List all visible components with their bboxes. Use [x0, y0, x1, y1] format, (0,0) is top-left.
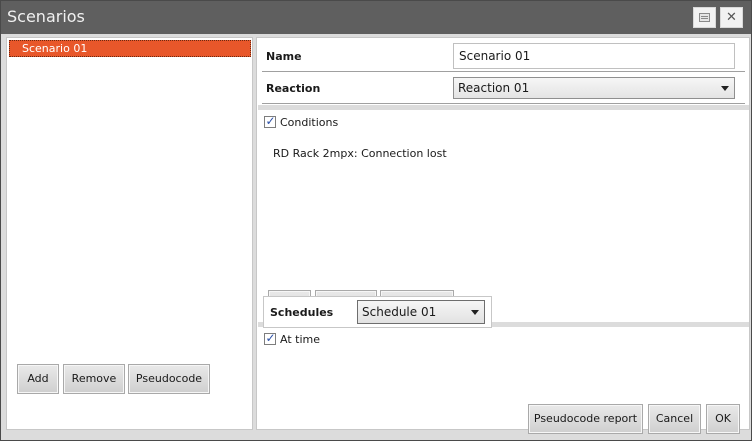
- schedule-select[interactable]: Schedule 01: [357, 300, 485, 324]
- chevron-down-icon: [721, 86, 729, 91]
- add-scenario-button[interactable]: Add: [17, 364, 59, 394]
- conditions-section: ✓ Conditions RD Rack 2mpx: Connection lo…: [258, 110, 748, 322]
- conditions-label: Conditions: [280, 116, 339, 129]
- reaction-select-value: Reaction 01: [458, 81, 530, 95]
- chevron-down-icon: [471, 310, 479, 315]
- at-time-checkbox[interactable]: ✓: [264, 331, 276, 345]
- schedules-row: Schedules Schedule 01: [263, 296, 492, 328]
- schedule-select-value: Schedule 01: [362, 305, 437, 319]
- window-restore-button[interactable]: [693, 7, 716, 28]
- window-restore-icon: [699, 13, 710, 22]
- scenario-list-item[interactable]: Scenario 01: [9, 40, 251, 57]
- check-icon: ✓: [265, 331, 276, 345]
- schedules-label: Schedules: [270, 306, 334, 319]
- close-button[interactable]: ✕: [720, 7, 743, 28]
- at-time-label: At time: [280, 333, 320, 346]
- check-icon: ✓: [265, 114, 276, 128]
- remove-scenario-button[interactable]: Remove: [63, 364, 125, 394]
- condition-item[interactable]: RD Rack 2mpx: Connection lost: [273, 147, 447, 160]
- pseudocode-button[interactable]: Pseudocode: [128, 364, 210, 394]
- title-bar[interactable]: Scenarios ✕: [1, 1, 751, 34]
- cancel-button[interactable]: Cancel: [648, 404, 701, 434]
- dialog-content: Scenario 01 Add Remove Pseudocode Name S…: [2, 34, 751, 439]
- pseudocode-report-button[interactable]: Pseudocode report: [528, 404, 643, 434]
- conditions-checkbox[interactable]: ✓: [264, 114, 276, 128]
- close-icon: ✕: [726, 10, 737, 25]
- scenarios-dialog: Scenarios ✕ Scenario 01 Add Remove Pseud…: [0, 0, 752, 441]
- reaction-select[interactable]: Reaction 01: [453, 77, 735, 99]
- name-label: Name: [266, 50, 302, 63]
- reaction-label: Reaction: [266, 82, 321, 95]
- reaction-row: Reaction Reaction 01: [262, 73, 745, 104]
- scenario-details: Name Scenario 01 Reaction Reaction 01 ✓ …: [256, 37, 750, 430]
- name-row: Name Scenario 01: [262, 41, 745, 72]
- ok-button[interactable]: OK: [706, 404, 740, 434]
- window-title: Scenarios: [7, 7, 85, 26]
- name-field[interactable]: Scenario 01: [453, 43, 735, 69]
